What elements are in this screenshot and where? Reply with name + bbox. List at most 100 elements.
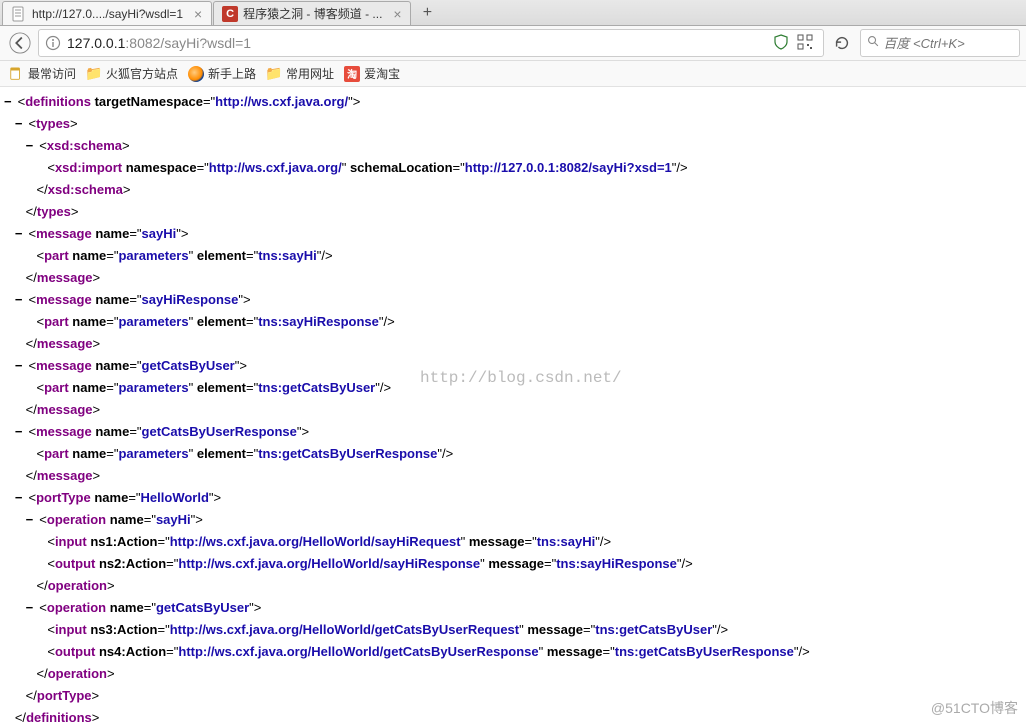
xml-attr-val: HelloWorld bbox=[141, 490, 209, 505]
collapse-toggle[interactable]: − bbox=[15, 113, 25, 135]
close-icon[interactable]: × bbox=[191, 6, 205, 22]
xml-attr: name bbox=[72, 248, 106, 263]
xml-attr-val: getCatsByUserResponse bbox=[142, 424, 297, 439]
collapse-toggle[interactable]: − bbox=[15, 421, 25, 443]
bookmark-label: 火狐官方站点 bbox=[106, 65, 178, 82]
xml-attr: ns1:Action bbox=[90, 534, 157, 549]
bookmark-most-visited[interactable]: 最常访问 bbox=[8, 65, 76, 82]
xml-tag: portType bbox=[37, 688, 92, 703]
xml-attr-val: getCatsByUser bbox=[142, 358, 235, 373]
xml-attr: element bbox=[197, 314, 246, 329]
xml-tag: input bbox=[55, 534, 87, 549]
xml-tag: message bbox=[37, 270, 93, 285]
collapse-toggle[interactable]: − bbox=[4, 91, 14, 113]
xml-viewer: http://blog.csdn.net/ @51CTO博客 − <defini… bbox=[0, 87, 1026, 723]
xml-attr-val: tns:getCatsByUser bbox=[258, 380, 375, 395]
xml-attr: name bbox=[95, 226, 129, 241]
xml-tag: message bbox=[36, 358, 92, 373]
tab-2-label: 程序猿之洞 - 博客频道 - ... bbox=[243, 5, 382, 22]
shield-icon[interactable] bbox=[773, 34, 789, 53]
xml-attr-val: sayHiResponse bbox=[142, 292, 239, 307]
xml-tag: output bbox=[55, 644, 95, 659]
search-box[interactable] bbox=[860, 29, 1020, 57]
xml-tag: part bbox=[44, 314, 69, 329]
tab-strip: http://127.0..../sayHi?wsdl=1 × C 程序猿之洞 … bbox=[0, 0, 1026, 26]
xml-tag: part bbox=[44, 446, 69, 461]
xml-attr-val: parameters bbox=[118, 380, 188, 395]
bookmark-label: 爱淘宝 bbox=[364, 65, 400, 82]
xml-attr: name bbox=[72, 380, 106, 395]
address-bar[interactable]: 127.0.0.1:8082/sayHi?wsdl=1 bbox=[38, 29, 824, 57]
xml-attr: ns3:Action bbox=[90, 622, 157, 637]
site-info-icon[interactable] bbox=[45, 35, 61, 51]
xml-attr-val: tns:sayHiResponse bbox=[258, 314, 379, 329]
xml-attr: schemaLocation bbox=[350, 160, 453, 175]
xml-tag: definitions bbox=[25, 94, 91, 109]
bookmark-getting-started[interactable]: 新手上路 bbox=[188, 65, 256, 82]
xml-attr-val: parameters bbox=[118, 446, 188, 461]
xml-tag: types bbox=[37, 204, 71, 219]
bookmark-common-sites[interactable]: 📁 常用网址 bbox=[266, 65, 334, 82]
new-tab-button[interactable]: + bbox=[416, 3, 438, 23]
bookmarks-bar: 最常访问 📁 火狐官方站点 新手上路 📁 常用网址 淘 爱淘宝 bbox=[0, 61, 1026, 87]
xml-attr-val: getCatsByUser bbox=[156, 600, 249, 615]
collapse-toggle[interactable]: − bbox=[15, 223, 25, 245]
xml-attr: name bbox=[95, 292, 129, 307]
collapse-toggle[interactable]: − bbox=[15, 355, 25, 377]
xml-tag: portType bbox=[36, 490, 91, 505]
collapse-toggle[interactable]: − bbox=[15, 289, 25, 311]
back-button[interactable] bbox=[6, 29, 34, 57]
bookmark-label: 新手上路 bbox=[208, 65, 256, 82]
qr-icon[interactable] bbox=[797, 34, 813, 53]
xml-attr: name bbox=[110, 512, 144, 527]
xml-tag: message bbox=[36, 226, 92, 241]
collapse-toggle[interactable]: − bbox=[26, 597, 36, 619]
taobao-icon: 淘 bbox=[344, 66, 360, 82]
xml-attr-val: tns:getCatsByUserResponse bbox=[258, 446, 437, 461]
xml-attr: element bbox=[197, 248, 246, 263]
xml-tag: output bbox=[55, 556, 95, 571]
collapse-toggle[interactable]: − bbox=[26, 509, 36, 531]
xml-tag: message bbox=[36, 292, 92, 307]
xml-tag: xsd:import bbox=[55, 160, 122, 175]
collapse-toggle[interactable]: − bbox=[26, 135, 36, 157]
xml-attr-val: tns:getCatsByUser bbox=[595, 622, 712, 637]
tab-1[interactable]: http://127.0..../sayHi?wsdl=1 × bbox=[2, 1, 212, 25]
xml-tag: operation bbox=[47, 600, 106, 615]
folder-icon: 📁 bbox=[86, 66, 102, 82]
tab-2[interactable]: C 程序猿之洞 - 博客频道 - ... × bbox=[213, 1, 411, 25]
xml-attr: name bbox=[110, 600, 144, 615]
xml-tag: input bbox=[55, 622, 87, 637]
xml-attr-val: tns:sayHiResponse bbox=[556, 556, 677, 571]
xml-attr: message bbox=[547, 644, 603, 659]
folder-icon: 📁 bbox=[266, 66, 282, 82]
reload-button[interactable] bbox=[828, 29, 856, 57]
xml-attr: message bbox=[469, 534, 525, 549]
tab-1-label: http://127.0..../sayHi?wsdl=1 bbox=[32, 7, 183, 21]
xml-attr-val: http://127.0.0.1:8082/sayHi?xsd=1 bbox=[465, 160, 672, 175]
xml-attr: name bbox=[94, 490, 128, 505]
xml-tag: definitions bbox=[26, 710, 92, 723]
xml-attr-val: http://ws.cxf.java.org/HelloWorld/getCat… bbox=[170, 622, 519, 637]
csdn-icon: C bbox=[222, 6, 238, 22]
search-input[interactable] bbox=[883, 36, 1013, 51]
xml-attr-val: parameters bbox=[118, 248, 188, 263]
bookmark-aitaobao[interactable]: 淘 爱淘宝 bbox=[344, 65, 400, 82]
search-icon bbox=[867, 35, 879, 50]
nav-toolbar: 127.0.0.1:8082/sayHi?wsdl=1 bbox=[0, 26, 1026, 61]
xml-tag: xsd:schema bbox=[48, 182, 123, 197]
xml-tag: part bbox=[44, 380, 69, 395]
xml-attr-val: http://ws.cxf.java.org/HelloWorld/getCat… bbox=[178, 644, 538, 659]
xml-attr: element bbox=[197, 446, 246, 461]
xml-attr-val: parameters bbox=[118, 314, 188, 329]
collapse-toggle[interactable]: − bbox=[15, 487, 25, 509]
xml-attr: namespace bbox=[126, 160, 197, 175]
url-path: :8082/sayHi?wsdl=1 bbox=[125, 35, 251, 51]
bookmark-label: 最常访问 bbox=[28, 65, 76, 82]
page-icon bbox=[11, 6, 27, 22]
xml-attr: ns4:Action bbox=[99, 644, 166, 659]
xml-attr: name bbox=[72, 314, 106, 329]
close-icon[interactable]: × bbox=[390, 6, 404, 22]
xml-attr-val: http://ws.cxf.java.org/HelloWorld/sayHiR… bbox=[178, 556, 480, 571]
bookmark-firefox-sites[interactable]: 📁 火狐官方站点 bbox=[86, 65, 178, 82]
